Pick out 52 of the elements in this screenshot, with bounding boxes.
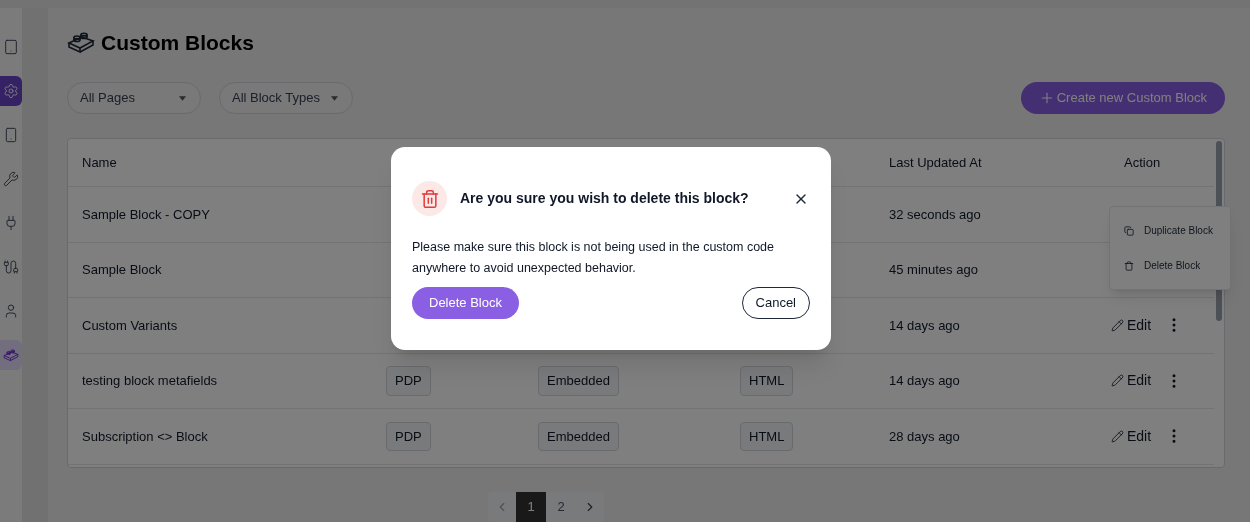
cable-icon [3, 259, 19, 275]
gear-icon [3, 83, 19, 99]
table-cell-text: Sample Block - COPY [81, 205, 211, 224]
column-header: Name [81, 153, 118, 172]
filter-dropdown[interactable]: All Block Types [219, 82, 353, 114]
edit-button[interactable]: Edit [1111, 425, 1152, 447]
page-title: Custom Blocks [101, 30, 254, 57]
edit-button[interactable]: Edit [1111, 314, 1152, 336]
page-button[interactable]: 2 [546, 492, 576, 522]
pencil-icon [1111, 374, 1124, 388]
tablet-icon [3, 39, 19, 55]
caret-icon [179, 95, 186, 101]
delete-button[interactable]: Delete Block [412, 287, 519, 319]
phone-icon [3, 127, 19, 143]
wrench-icon [3, 171, 19, 187]
dialog-message: Please make sure this block is not being used in the custom code anywhere to avoid unexpected behavior. [412, 239, 775, 277]
format-tag: HTML [740, 366, 794, 396]
brick-icon [67, 32, 95, 54]
dialog-title: Are you sure you wish to delete this block? [460, 189, 749, 208]
column-header: Last Updated At [889, 153, 983, 172]
trash-icon [412, 181, 447, 216]
table-cell-text: Subscription <> Block [81, 427, 209, 446]
table-cell-text: 28 days ago [889, 427, 961, 446]
plug-icon [3, 215, 19, 231]
page-button[interactable]: 1 [516, 492, 546, 522]
user-icon [3, 303, 19, 319]
copy-icon [1124, 225, 1134, 236]
type-tag: Embedded [538, 366, 619, 396]
pencil-icon [1111, 429, 1124, 443]
edit-button[interactable]: Edit [1111, 370, 1152, 392]
page-tag: PDP [386, 421, 431, 451]
caret-icon [331, 95, 338, 101]
table-cell-text: Sample Block [81, 261, 163, 279]
filter-dropdown[interactable]: All Pages [67, 82, 201, 114]
sidebar-item[interactable] [0, 76, 22, 106]
format-tag: HTML [740, 421, 794, 451]
column-header: Action [1124, 153, 1161, 172]
pencil-icon [1111, 318, 1124, 332]
table-cell-text: 45 minutes ago [889, 261, 979, 279]
table-cell-text: Custom Variants [81, 316, 179, 335]
table-cell-text: 32 seconds ago [889, 205, 982, 224]
brick-icon [3, 348, 19, 362]
type-tag: Embedded [538, 421, 619, 451]
table-cell-text: testing block metafields [81, 372, 219, 390]
table-cell-text: 14 days ago [889, 372, 961, 390]
create-button[interactable]: Create new Custom Block [1020, 82, 1225, 114]
menu-item[interactable]: Delete Block [1110, 248, 1230, 283]
page-tag: PDP [386, 366, 431, 396]
trash-icon [1124, 260, 1134, 271]
table-cell-text: 14 days ago [889, 316, 961, 335]
menu-item[interactable]: Duplicate Block [1110, 213, 1230, 248]
sidebar-item[interactable] [0, 340, 22, 370]
